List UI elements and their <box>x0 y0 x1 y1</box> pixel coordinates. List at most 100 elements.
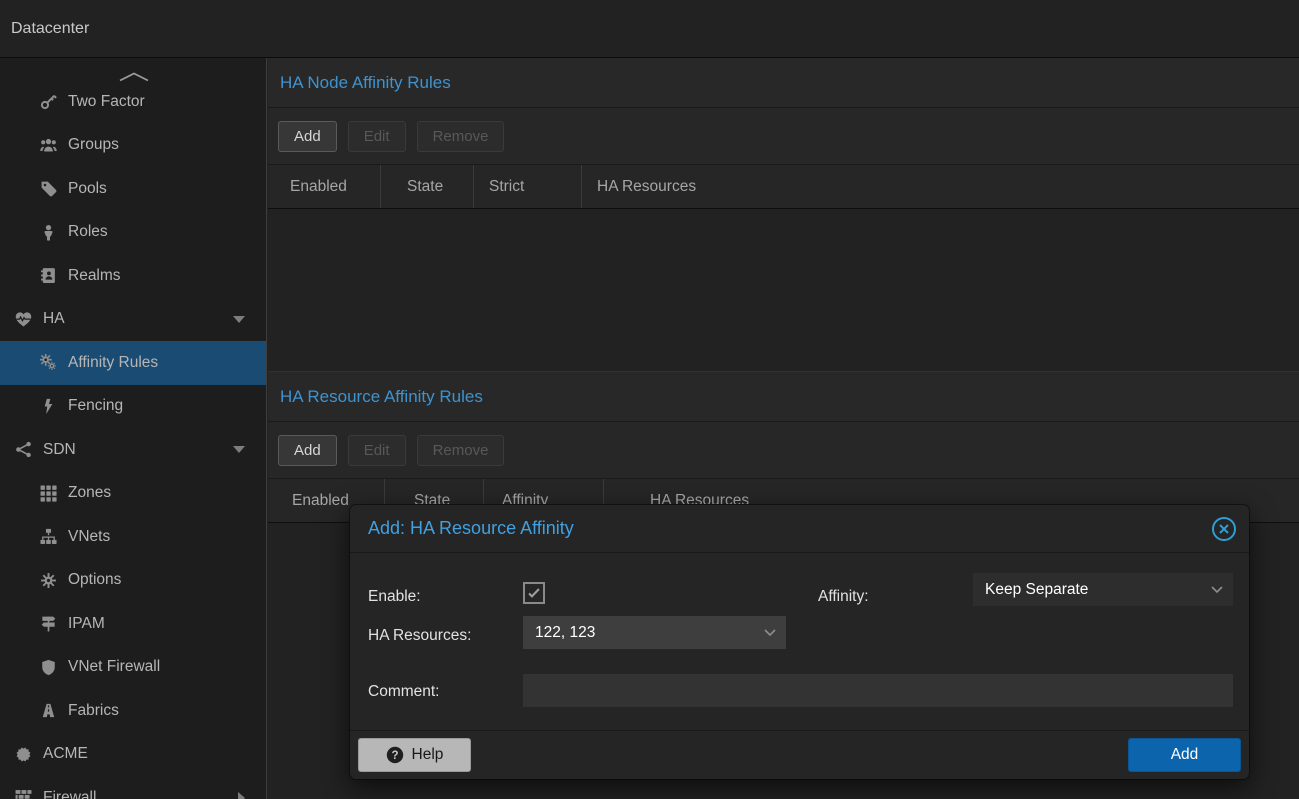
sidebar-item-label: Realms <box>68 267 121 285</box>
sidebar-item-label: Fabrics <box>68 702 119 720</box>
node-table-body <box>268 209 1299 371</box>
affinity-value: Keep Separate <box>985 581 1088 599</box>
sidebar-item-label: ACME <box>43 745 88 763</box>
sidebar-item-groups[interactable]: Groups <box>0 124 267 168</box>
top-header-bar: Datacenter <box>0 0 1299 58</box>
gears-icon <box>37 354 59 371</box>
sidebar-item-label: SDN <box>43 441 76 459</box>
sidebar-item-label: Roles <box>68 223 108 241</box>
node-affinity-panel: HA Node Affinity Rules Add Edit Remove E… <box>268 58 1299 371</box>
grid-icon <box>37 485 59 502</box>
sidebar-item-label: Groups <box>68 136 119 154</box>
heartbeat-icon <box>12 311 34 328</box>
affinity-select[interactable]: Keep Separate <box>973 573 1233 606</box>
node-remove-button[interactable]: Remove <box>417 121 505 152</box>
person-icon <box>37 224 59 241</box>
sidebar: Two Factor Groups Pools Roles Realms HA <box>0 58 267 799</box>
resource-remove-button[interactable]: Remove <box>417 435 505 466</box>
sidebar-item-fencing[interactable]: Fencing <box>0 385 267 429</box>
sidebar-item-vnets[interactable]: VNets <box>0 515 267 559</box>
ha-resources-value: 122, 123 <box>535 624 595 642</box>
users-icon <box>37 137 59 154</box>
help-button-label: Help <box>412 746 444 764</box>
sidebar-item-two-factor[interactable]: Two Factor <box>0 80 267 124</box>
sidebar-item-label: Fencing <box>68 397 123 415</box>
checkmark-icon <box>525 584 543 602</box>
close-icon <box>1211 516 1237 542</box>
node-add-button[interactable]: Add <box>278 121 337 152</box>
sidebar-item-label: Options <box>68 571 121 589</box>
svg-text:?: ? <box>391 750 398 762</box>
tag-icon <box>37 180 59 197</box>
resource-edit-button[interactable]: Edit <box>348 435 406 466</box>
affinity-label: Affinity: <box>818 588 869 606</box>
sidebar-item-label: IPAM <box>68 615 105 633</box>
ha-resources-select[interactable]: 122, 123 <box>523 616 786 649</box>
sidebar-nav: Two Factor Groups Pools Roles Realms HA <box>0 80 267 799</box>
sidebar-item-label: Pools <box>68 180 107 198</box>
signpost-icon <box>37 615 59 632</box>
sidebar-item-roles[interactable]: Roles <box>0 211 267 255</box>
sidebar-item-fabrics[interactable]: Fabrics <box>0 689 267 733</box>
sidebar-item-sdn[interactable]: SDN <box>0 428 267 472</box>
resource-panel-title: HA Resource Affinity Rules <box>268 372 1299 422</box>
gear-icon <box>37 572 59 589</box>
resource-panel-toolbar: Add Edit Remove <box>268 422 1299 479</box>
chevron-down-icon <box>764 629 776 637</box>
node-edit-button[interactable]: Edit <box>348 121 406 152</box>
certificate-icon <box>12 746 34 763</box>
sidebar-item-acme[interactable]: ACME <box>0 733 267 777</box>
sidebar-item-firewall[interactable]: Firewall <box>0 776 267 799</box>
dialog-add-button[interactable]: Add <box>1128 738 1241 772</box>
key-icon <box>37 93 59 110</box>
help-button[interactable]: ? Help <box>358 738 471 772</box>
node-table-header: Enabled State Strict HA Resources <box>268 165 1299 209</box>
sidebar-item-label: Affinity Rules <box>68 354 158 372</box>
bolt-icon <box>37 398 59 415</box>
column-header-strict[interactable]: Strict <box>474 165 582 208</box>
chevron-down-icon <box>1211 586 1223 594</box>
sidebar-item-zones[interactable]: Zones <box>0 472 267 516</box>
column-header-ha-resources[interactable]: HA Resources <box>582 165 1299 208</box>
sidebar-item-vnet-firewall[interactable]: VNet Firewall <box>0 646 267 690</box>
caret-down-icon[interactable] <box>233 446 245 453</box>
shield-icon <box>37 659 59 676</box>
address-book-icon <box>37 267 59 284</box>
enable-label: Enable: <box>368 588 421 606</box>
sidebar-item-options[interactable]: Options <box>0 559 267 603</box>
sidebar-item-label: Two Factor <box>68 93 145 111</box>
road-icon <box>37 702 59 719</box>
sidebar-item-label: VNets <box>68 528 110 546</box>
add-ha-resource-affinity-dialog: Add: HA Resource Affinity Enable: Affini… <box>350 505 1249 779</box>
column-header-enabled[interactable]: Enabled <box>268 165 381 208</box>
column-header-state[interactable]: State <box>381 165 474 208</box>
sidebar-item-label: HA <box>43 310 65 328</box>
node-panel-title: HA Node Affinity Rules <box>268 58 1299 108</box>
enable-checkbox[interactable] <box>523 582 545 604</box>
comment-input[interactable] <box>523 674 1233 707</box>
dialog-header: Add: HA Resource Affinity <box>350 505 1249 553</box>
question-circle-icon: ? <box>386 746 404 764</box>
dialog-footer: ? Help Add <box>350 730 1249 779</box>
network-icon <box>12 441 34 458</box>
sidebar-item-label: VNet Firewall <box>68 658 160 676</box>
caret-down-icon[interactable] <box>233 316 245 323</box>
sidebar-item-realms[interactable]: Realms <box>0 254 267 298</box>
node-panel-toolbar: Add Edit Remove <box>268 108 1299 165</box>
sidebar-item-ipam[interactable]: IPAM <box>0 602 267 646</box>
ha-resources-label: HA Resources: <box>368 627 471 645</box>
page-title: Datacenter <box>0 20 89 38</box>
sidebar-item-affinity-rules[interactable]: Affinity Rules <box>0 341 267 385</box>
resource-add-button[interactable]: Add <box>278 435 337 466</box>
proxmox-datacenter-screen: Datacenter Two Factor Groups Pools <box>0 0 1299 799</box>
sidebar-item-label: Firewall <box>43 789 96 799</box>
firewall-icon <box>12 789 34 799</box>
sidebar-item-pools[interactable]: Pools <box>0 167 267 211</box>
sidebar-item-ha[interactable]: HA <box>0 298 267 342</box>
sitemap-icon <box>37 528 59 545</box>
sidebar-item-label: Zones <box>68 484 111 502</box>
dialog-title: Add: HA Resource Affinity <box>368 518 574 539</box>
caret-right-icon[interactable] <box>238 792 245 799</box>
close-button[interactable] <box>1211 516 1237 542</box>
comment-label: Comment: <box>368 683 440 701</box>
